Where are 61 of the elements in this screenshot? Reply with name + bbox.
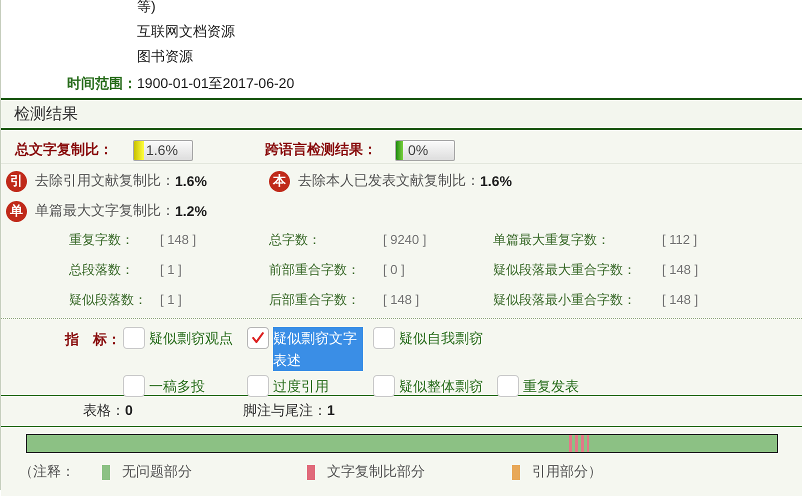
checkbox[interactable] xyxy=(497,375,519,397)
legend-label: 无问题部分 xyxy=(122,463,192,481)
stat-label: 总字数： xyxy=(269,231,322,249)
time-range-value: 1900-01-01至2017-06-20 xyxy=(137,74,294,93)
stat-value: [ 0 ] xyxy=(383,261,406,279)
section-title: 检测结果 xyxy=(14,104,78,124)
stat-value: [ 1 ] xyxy=(160,291,183,309)
checkbox-label: 疑似整体剽窃 xyxy=(399,377,484,396)
stat-label: 后部重合字数： xyxy=(269,291,361,309)
checkbox[interactable] xyxy=(123,327,145,349)
checkbox-label: 过度引用 xyxy=(273,377,330,396)
legend-label: 引用部分） xyxy=(532,463,602,481)
checkbox[interactable] xyxy=(247,375,269,397)
legend-label: 文字复制比部分 xyxy=(327,463,425,481)
checkbox[interactable] xyxy=(373,375,395,397)
stat-value: [ 148 ] xyxy=(160,231,198,249)
checkbox-label: 疑似剽窃观点 xyxy=(149,329,234,348)
count-value: 0 xyxy=(125,402,133,418)
stat-label: 总段落数： xyxy=(69,261,135,279)
checkbox[interactable] xyxy=(373,327,395,349)
indicator-label: 指 标： xyxy=(65,330,122,349)
meter-reading: 0% xyxy=(407,142,428,158)
badge-icon: 引 xyxy=(6,170,27,192)
ratio-value: 1.2% xyxy=(175,203,207,219)
copied-text-marker xyxy=(569,435,589,452)
source-text: 互联网文档资源 xyxy=(137,22,236,41)
checkbox-label: 一稿多投 xyxy=(149,377,206,396)
stat-value: [ 9240 ] xyxy=(383,231,428,249)
stat-label: 疑似段落最小重合字数： xyxy=(493,291,637,309)
meter-label: 跨语言检测结果： xyxy=(265,141,378,159)
badge-icon: 本 xyxy=(269,170,290,192)
count-label: 表格： xyxy=(83,402,125,418)
time-range-label: 时间范围： xyxy=(66,74,137,93)
stat-value: [ 1 ] xyxy=(160,261,183,279)
stat-label: 疑似段落数： xyxy=(69,291,148,309)
stat-label: 重复字数： xyxy=(69,231,135,249)
stat-label: 单篇最大重复字数： xyxy=(493,231,611,249)
checkbox[interactable] xyxy=(123,375,145,397)
checkbox-label: 疑似自我剽窃 xyxy=(399,329,484,348)
meter-reading: 1.6% xyxy=(145,142,178,158)
checkbox-label: 重复发表 xyxy=(523,377,580,396)
ratio-label: 去除引用文献复制比： xyxy=(35,172,175,190)
badge-icon: 单 xyxy=(6,200,27,222)
stat-value: [ 148 ] xyxy=(383,291,420,309)
stat-label: 前部重合字数： xyxy=(269,261,361,279)
stat-value: [ 148 ] xyxy=(662,261,700,279)
legend-text: （注释： xyxy=(19,463,76,481)
stat-value: [ 112 ] xyxy=(662,231,698,249)
check-icon xyxy=(250,330,266,346)
stat-value: [ 148 ] xyxy=(662,291,700,309)
count-value: 1 xyxy=(327,402,335,418)
checkbox-label: 疑似剽窃文字表述 xyxy=(273,327,363,371)
ratio-value: 1.6% xyxy=(480,173,512,189)
ratio-label: 单篇最大文字复制比： xyxy=(35,202,175,220)
ratio-value: 1.6% xyxy=(175,173,207,189)
meter-label: 总文字复制比： xyxy=(15,141,114,159)
count-label: 脚注与尾注： xyxy=(243,402,327,418)
source-text: 图书资源 xyxy=(137,47,194,66)
stat-label: 疑似段落最大重合字数： xyxy=(493,261,637,279)
checkbox[interactable] xyxy=(247,327,269,349)
ratio-label: 去除本人已发表文献复制比： xyxy=(298,172,480,190)
